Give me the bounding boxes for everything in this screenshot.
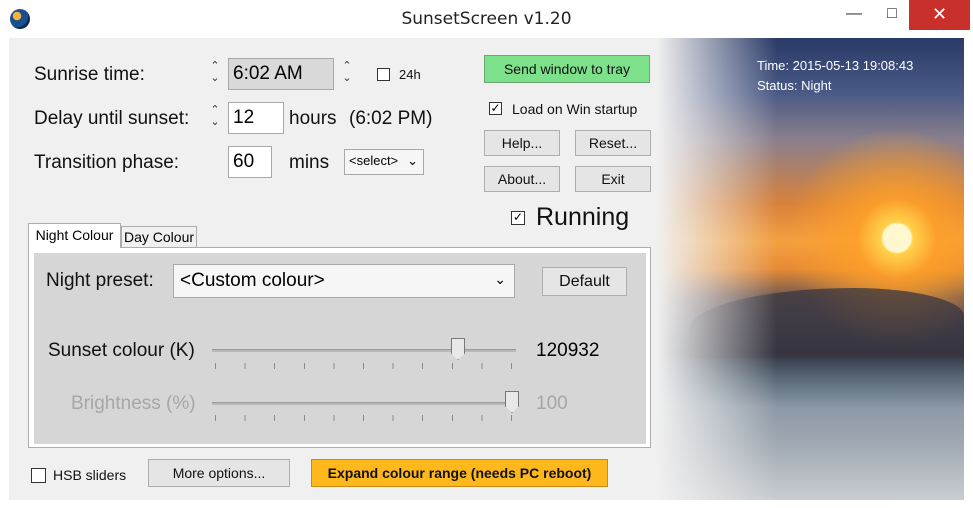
exit-button[interactable]: Exit bbox=[575, 166, 651, 192]
chevron-down-icon: ⌄ bbox=[494, 271, 506, 287]
sunrise-spinner-right[interactable]: ⌃ ⌄ bbox=[341, 60, 353, 88]
running-label: Running bbox=[536, 203, 630, 231]
tab-night-colour[interactable]: Night Colour bbox=[28, 223, 121, 248]
maximize-button[interactable]: □ bbox=[878, 0, 906, 30]
mins-label: mins bbox=[289, 152, 330, 173]
sunrise-time-input[interactable]: 6:02 AM bbox=[228, 58, 334, 90]
load-startup-checkbox[interactable]: ✓ bbox=[489, 102, 502, 115]
status-state: Status: Night bbox=[757, 78, 832, 93]
send-to-tray-button[interactable]: Send window to tray bbox=[484, 55, 650, 83]
default-button[interactable]: Default bbox=[542, 267, 627, 296]
sunset-colour-value: 120932 bbox=[536, 340, 600, 361]
transition-select-value: <select> bbox=[349, 153, 399, 168]
status-time: Time: 2015-05-13 19:08:43 bbox=[757, 58, 914, 73]
sunset-colour-ticks bbox=[215, 363, 515, 369]
night-preset-value: <Custom colour> bbox=[180, 270, 325, 291]
sunset-colour-label: Sunset colour (K) bbox=[48, 340, 195, 361]
reset-button[interactable]: Reset... bbox=[575, 130, 651, 156]
delay-hours-input[interactable]: 12 bbox=[228, 102, 284, 134]
expand-colour-range-button[interactable]: Expand colour range (needs PC reboot) bbox=[311, 459, 608, 487]
hsb-sliders-label: HSB sliders bbox=[53, 467, 127, 483]
hsb-sliders-checkbox[interactable] bbox=[31, 468, 46, 483]
about-button[interactable]: About... bbox=[484, 166, 560, 192]
transition-label: Transition phase: bbox=[34, 152, 180, 173]
chevron-down-icon: ⌄ bbox=[407, 153, 418, 168]
hours-label: hours bbox=[289, 108, 337, 129]
sunrise-label: Sunrise time: bbox=[34, 64, 145, 85]
tab-day-colour[interactable]: Day Colour bbox=[121, 226, 197, 248]
sunrise-spinner[interactable]: ⌃ ⌄ bbox=[209, 60, 221, 88]
night-preset-label: Night preset: bbox=[46, 270, 154, 291]
more-options-button[interactable]: More options... bbox=[148, 459, 290, 487]
load-startup-label: Load on Win startup bbox=[512, 101, 638, 117]
close-button[interactable]: ✕ bbox=[909, 0, 970, 30]
24h-label: 24h bbox=[399, 67, 421, 82]
brightness-track[interactable] bbox=[212, 402, 516, 405]
window-title: SunsetScreen v1.20 bbox=[401, 9, 572, 29]
brightness-label: Brightness (%) bbox=[71, 393, 196, 414]
photo-fade bbox=[657, 38, 777, 500]
main-panel: Time: 2015-05-13 19:08:43 Status: Night … bbox=[9, 38, 964, 500]
help-button[interactable]: Help... bbox=[484, 130, 560, 156]
minimize-button[interactable]: — bbox=[840, 0, 868, 30]
brightness-value: 100 bbox=[536, 393, 568, 414]
delay-spinner[interactable]: ⌃ ⌄ bbox=[209, 104, 221, 132]
transition-mins-input[interactable]: 60 bbox=[228, 146, 272, 178]
running-checkbox[interactable]: ✓ bbox=[511, 211, 525, 225]
delay-label: Delay until sunset: bbox=[34, 108, 190, 129]
24h-checkbox[interactable] bbox=[377, 68, 390, 81]
night-preset-select[interactable]: <Custom colour> ⌄ bbox=[173, 264, 515, 298]
sunset-colour-track[interactable] bbox=[212, 349, 516, 352]
transition-select[interactable]: <select> ⌄ bbox=[344, 149, 424, 175]
sunset-time-label: (6:02 PM) bbox=[349, 108, 433, 129]
title-bar: SunsetScreen v1.20 — □ ✕ bbox=[0, 0, 973, 36]
brightness-ticks bbox=[215, 415, 515, 421]
